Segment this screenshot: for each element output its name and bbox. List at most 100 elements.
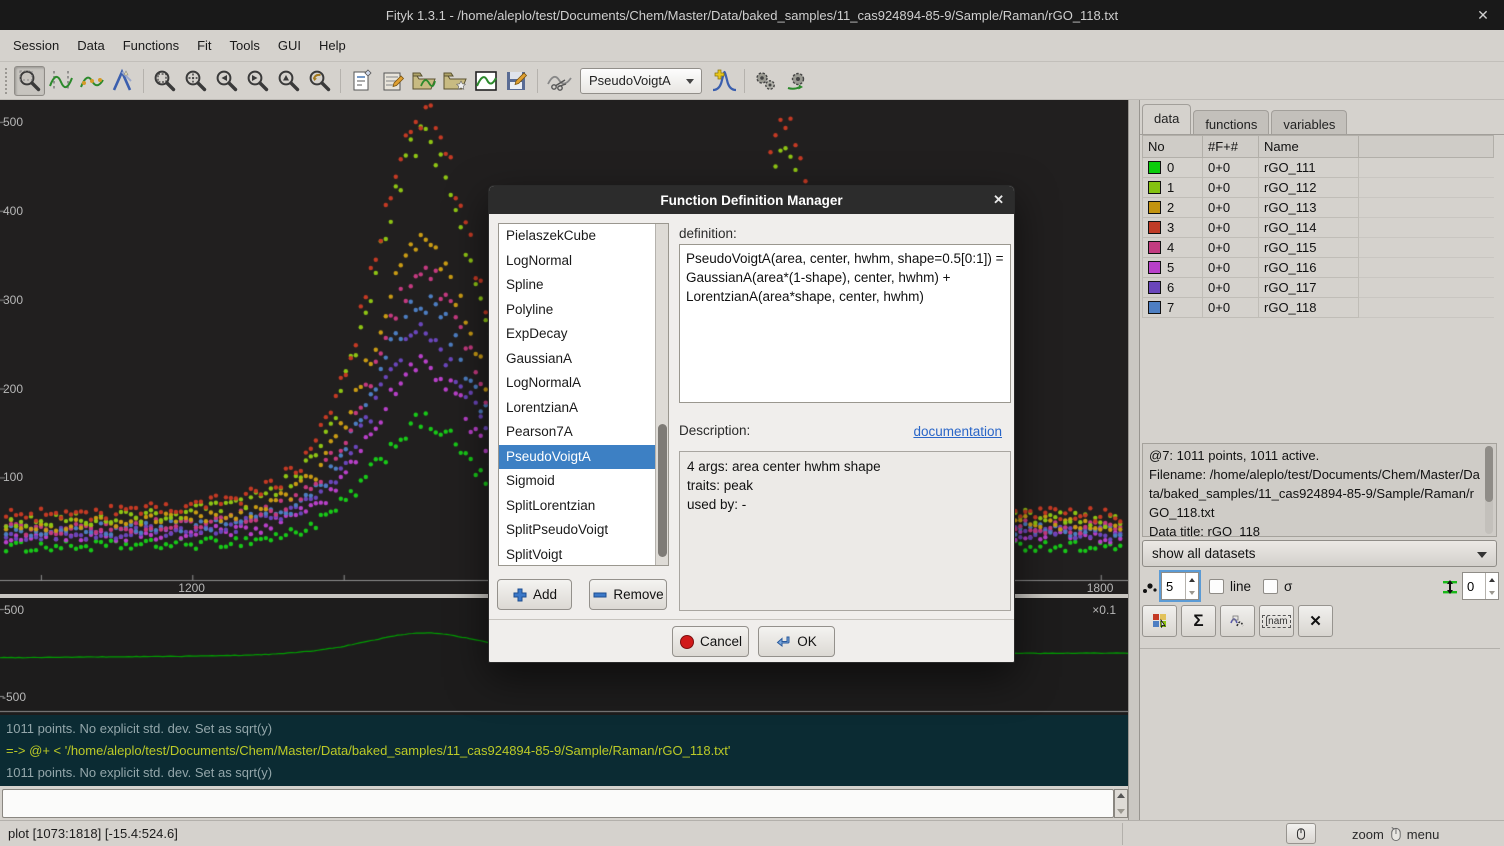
zoom-all-button[interactable]	[149, 66, 180, 96]
zoom-right-button[interactable]	[242, 66, 273, 96]
remove-button[interactable]: Remove	[589, 579, 667, 610]
toolbar-drag-handle[interactable]	[2, 68, 10, 94]
function-list-item[interactable]: LogNormal	[499, 249, 668, 274]
sigma-checkbox[interactable]	[1263, 579, 1278, 594]
copy-dataset-button[interactable]	[1220, 605, 1255, 637]
sidebar-tabs: datafunctionsvariables	[1142, 104, 1349, 134]
data-editor-button[interactable]	[470, 66, 501, 96]
edit-init-script-button[interactable]	[377, 66, 408, 96]
tab-variables[interactable]: variables	[1271, 110, 1347, 136]
log-script-button[interactable]	[346, 66, 377, 96]
dataset-action-buttons: Σ [nam ✕	[1142, 605, 1333, 637]
dataset-filter-dropdown[interactable]: show all datasets	[1142, 540, 1497, 567]
table-row[interactable]: 60+0rGO_117	[1143, 278, 1494, 298]
function-list-item[interactable]: LogNormalA	[499, 371, 668, 396]
menu-item-session[interactable]: Session	[4, 32, 68, 59]
data-range-mode-button[interactable]	[45, 66, 76, 96]
line-checkbox[interactable]	[1209, 579, 1224, 594]
output-console[interactable]: 1011 points. No explicit std. dev. Set a…	[0, 715, 1128, 786]
menu-item-gui[interactable]: GUI	[269, 32, 310, 59]
info-scrollbar[interactable]	[1485, 446, 1493, 534]
save-session-button[interactable]	[501, 66, 532, 96]
menu-item-data[interactable]: Data	[68, 32, 113, 59]
history-down-icon[interactable]	[1117, 809, 1125, 814]
zoom-left-button[interactable]	[211, 66, 242, 96]
continue-fit-button[interactable]	[781, 66, 812, 96]
function-type-selector[interactable]: PseudoVoigtA	[580, 68, 702, 94]
history-up-icon[interactable]	[1117, 793, 1125, 798]
copy-function-icon	[1230, 613, 1246, 629]
table-row[interactable]: 40+0rGO_115	[1143, 238, 1494, 258]
function-list-item[interactable]: Pearson7A	[499, 420, 668, 445]
run-fit-button[interactable]	[750, 66, 781, 96]
delete-dataset-button[interactable]: ✕	[1298, 605, 1333, 637]
data-transform-button[interactable]	[543, 66, 574, 96]
dataset-color-swatch[interactable]	[1148, 261, 1161, 274]
function-list-item[interactable]: PielaszekCube	[499, 224, 668, 249]
function-list-item[interactable]: SplitVoigt	[499, 543, 668, 567]
table-row[interactable]: 50+0rGO_116	[1143, 258, 1494, 278]
dataset-color-swatch[interactable]	[1148, 281, 1161, 294]
dataset-color-swatch[interactable]	[1148, 301, 1161, 314]
add-button[interactable]: Add	[497, 579, 572, 610]
table-row[interactable]: 10+0rGO_112	[1143, 178, 1494, 198]
function-list-item[interactable]: Spline	[499, 273, 668, 298]
documentation-link[interactable]: documentation	[913, 424, 1002, 439]
toolbar: PseudoVoigtA	[0, 62, 1504, 100]
menu-item-help[interactable]: Help	[310, 32, 355, 59]
add-function-button[interactable]	[708, 66, 739, 96]
menu-item-functions[interactable]: Functions	[114, 32, 188, 59]
menu-item-fit[interactable]: Fit	[188, 32, 220, 59]
open-data-custom-button[interactable]	[439, 66, 470, 96]
cancel-button[interactable]: Cancel	[672, 626, 749, 657]
window-close-icon[interactable]: ✕	[1474, 6, 1492, 24]
dataset-color-swatch[interactable]	[1148, 201, 1161, 214]
continue-fit-icon	[784, 68, 810, 94]
function-list-item[interactable]: PseudoVoigtA	[499, 445, 668, 470]
function-list-item[interactable]: SplitPseudoVoigt	[499, 518, 668, 543]
tab-data[interactable]: data	[1142, 104, 1191, 134]
zoom-vertical-icon	[183, 68, 209, 94]
rename-dataset-button[interactable]: [nam	[1259, 605, 1294, 637]
shift-spinner[interactable]: 0	[1462, 572, 1499, 600]
function-list-item[interactable]: Polyline	[499, 298, 668, 323]
function-list-item[interactable]: Sigmoid	[499, 469, 668, 494]
sidebar-splitter[interactable]	[1128, 100, 1140, 846]
add-point-mode-button[interactable]	[107, 66, 138, 96]
dataset-info-box[interactable]: @7: 1011 points, 1011 active.Filename: /…	[1142, 443, 1497, 537]
definition-textarea[interactable]: PseudoVoigtA(area, center, hwhm, shape=0…	[679, 244, 1011, 403]
sum-datasets-button[interactable]: Σ	[1181, 605, 1216, 637]
zoom-up-button[interactable]	[273, 66, 304, 96]
open-data-button[interactable]	[408, 66, 439, 96]
console-line: =-> @+ < '/home/aleplo/test/Documents/Ch…	[6, 740, 1122, 762]
dataset-colors-button[interactable]	[1142, 605, 1177, 637]
dataset-color-swatch[interactable]	[1148, 221, 1161, 234]
data-editor-icon	[473, 68, 499, 94]
mouse-hint-button[interactable]	[1286, 823, 1316, 844]
zoom-vertical-button[interactable]	[180, 66, 211, 96]
point-size-spinner[interactable]: 5	[1161, 572, 1199, 600]
function-list-item[interactable]: LorentzianA	[499, 396, 668, 421]
function-list-item[interactable]: ExpDecay	[499, 322, 668, 347]
dataset-color-swatch[interactable]	[1148, 181, 1161, 194]
dialog-close-icon[interactable]: ✕	[993, 192, 1004, 208]
zoom-mode-button[interactable]	[14, 66, 45, 96]
dataset-color-swatch[interactable]	[1148, 161, 1161, 174]
function-list-item[interactable]: SplitLorentzian	[499, 494, 668, 519]
zoom-previous-button[interactable]	[304, 66, 335, 96]
ok-button[interactable]: OK	[758, 626, 835, 657]
command-input[interactable]	[2, 789, 1114, 818]
table-row[interactable]: 30+0rGO_114	[1143, 218, 1494, 238]
table-row[interactable]: 20+0rGO_113	[1143, 198, 1494, 218]
function-list-item[interactable]: GaussianA	[499, 347, 668, 372]
dialog-titlebar[interactable]: Function Definition Manager ✕	[489, 186, 1014, 214]
function-list-scrollbar[interactable]	[655, 224, 668, 565]
table-row[interactable]: 70+0rGO_118	[1143, 298, 1494, 318]
function-type-list[interactable]: PielaszekCubeLogNormalSplinePolylineExpD…	[498, 223, 669, 566]
tab-functions[interactable]: functions	[1193, 110, 1269, 136]
add-peak-mode-button[interactable]	[76, 66, 107, 96]
table-row[interactable]: 00+0rGO_111	[1143, 158, 1494, 178]
menu-item-tools[interactable]: Tools	[221, 32, 269, 59]
dataset-color-swatch[interactable]	[1148, 241, 1161, 254]
command-history-spinner[interactable]	[1114, 789, 1128, 818]
